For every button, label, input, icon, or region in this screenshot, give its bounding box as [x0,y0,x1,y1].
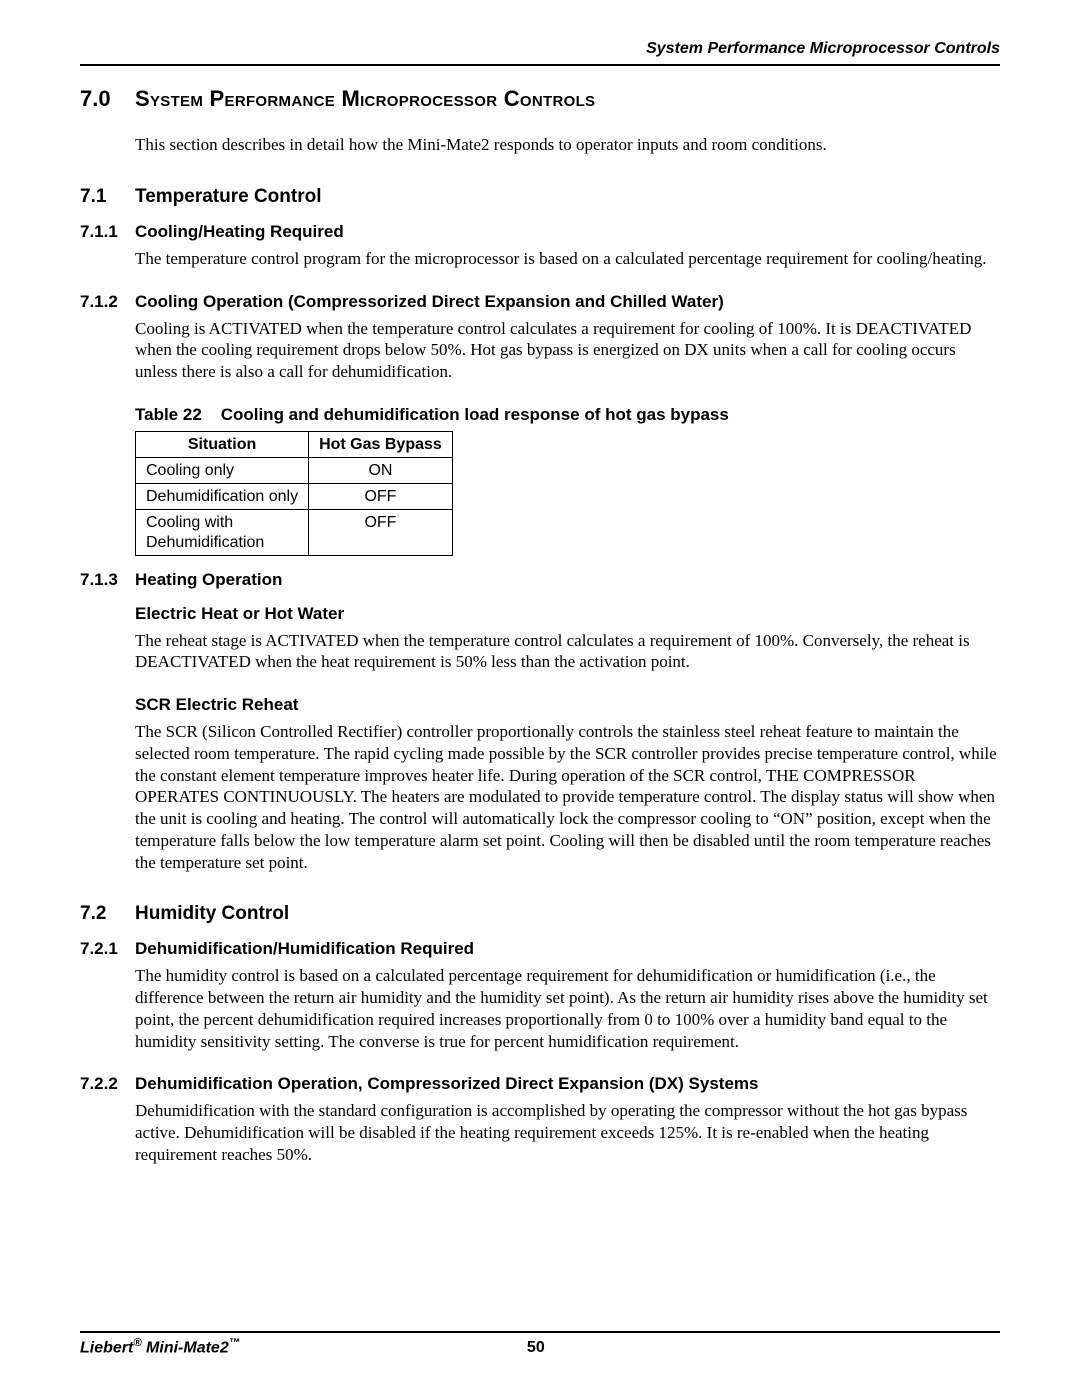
para-scr-reheat: The SCR (Silicon Controlled Rectifier) c… [135,721,1000,873]
table-row: Dehumidification only OFF [136,484,453,510]
section-number-7-1-3: 7.1.3 [80,570,135,590]
bottom-rule [80,1331,1000,1333]
footer-model: Mini-Mate2 [142,1339,229,1356]
table-22-caption: Table 22 Cooling and dehumidification lo… [135,405,1000,425]
trademark-icon: ™ [229,1337,240,1349]
page-footer: Liebert® Mini-Mate2™ 50 Liebert® Mini-Ma… [80,1331,1000,1357]
subhead-scr-reheat: SCR Electric Reheat [135,695,1000,715]
table-22-header-situation: Situation [136,431,309,457]
subhead-electric-heat: Electric Heat or Hot Water [135,604,1000,624]
para-electric-heat: The reheat stage is ACTIVATED when the t… [135,630,1000,674]
table-22: Situation Hot Gas Bypass Cooling only ON… [135,431,453,556]
section-number-7-1-2: 7.1.2 [80,292,135,312]
para-7-1-1: The temperature control program for the … [135,248,1000,270]
footer-brand: Liebert [80,1339,133,1356]
section-title-7-1: Temperature Control [135,186,1000,208]
top-rule [80,64,1000,66]
para-7-2-2: Dehumidification with the standard confi… [135,1100,1000,1165]
table-22-label: Table 22 [135,405,202,424]
section-title-7-2-1: Dehumidification/Humidification Required [135,939,1000,959]
para-7-2-1: The humidity control is based on a calcu… [135,965,1000,1052]
section-title-7-0: System Performance Microprocessor Contro… [135,86,1000,112]
section-title-7-1-1: Cooling/Heating Required [135,222,1000,242]
section-number-7-1: 7.1 [80,186,135,208]
registered-icon: ® [133,1337,141,1349]
table-cell: Dehumidification only [136,484,309,510]
table-cell: ON [309,457,453,483]
para-7-1-2: Cooling is ACTIVATED when the temperatur… [135,318,1000,383]
section-title-7-2-2: Dehumidification Operation, Compressoriz… [135,1074,1000,1094]
section-number-7-2-2: 7.2.2 [80,1074,135,1094]
table-cell: Cooling withDehumidification [136,510,309,555]
section-number-7-1-1: 7.1.1 [80,222,135,242]
page-number: 50 [240,1339,832,1357]
table-cell: OFF [309,510,453,555]
section-title-7-1-3: Heating Operation [135,570,1000,590]
section-number-7-2: 7.2 [80,903,135,925]
table-22-title: Cooling and dehumidification load respon… [221,405,729,424]
table-cell: Cooling only [136,457,309,483]
running-head: System Performance Microprocessor Contro… [80,40,1000,58]
table-row: Cooling withDehumidification OFF [136,510,453,555]
section-number-7-2-1: 7.2.1 [80,939,135,959]
footer-product: Liebert® Mini-Mate2™ [80,1337,240,1357]
table-22-header-hotgas: Hot Gas Bypass [309,431,453,457]
table-cell: OFF [309,484,453,510]
section-title-7-2: Humidity Control [135,903,1000,925]
section-title-7-1-2: Cooling Operation (Compressorized Direct… [135,292,1000,312]
table-row: Cooling only ON [136,457,453,483]
section-number-7-0: 7.0 [80,86,135,112]
intro-paragraph: This section describes in detail how the… [135,134,1000,156]
